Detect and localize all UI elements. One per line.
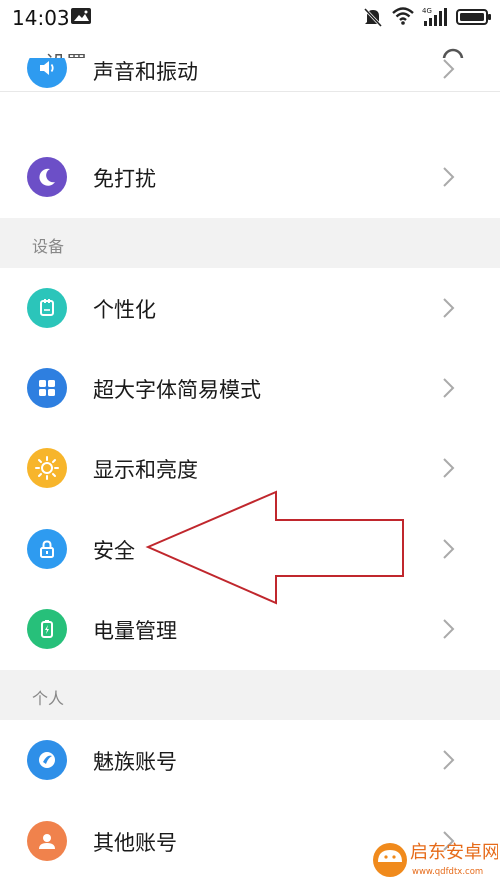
chevron-right-icon: [443, 539, 455, 559]
section-header-personal: 个人: [0, 670, 500, 720]
setting-label: 魅族账号: [93, 750, 177, 774]
grid-icon: [27, 368, 67, 408]
setting-row-meizu-account[interactable]: 魅族账号: [0, 720, 500, 800]
wifi-icon: [391, 6, 415, 30]
setting-row-display-brightness[interactable]: 显示和亮度: [0, 428, 500, 508]
lock-icon: [27, 529, 67, 569]
chevron-right-icon: [443, 619, 455, 639]
setting-label: 声音和振动: [93, 60, 198, 84]
user-icon: [27, 821, 67, 861]
mute-icon: [362, 6, 384, 32]
chevron-right-icon: [443, 167, 455, 187]
chevron-right-icon: [443, 298, 455, 318]
chevron-right-icon: [443, 378, 455, 398]
status-bar: 14:03 4G: [0, 0, 500, 34]
setting-row-battery-management[interactable]: 电量管理: [0, 589, 500, 669]
chevron-right-icon: [443, 59, 455, 79]
setting-row-large-font-mode[interactable]: 超大字体简易模式: [0, 348, 500, 428]
status-time: 14:03: [12, 6, 70, 30]
setting-row-do-not-disturb[interactable]: 免打扰: [0, 137, 500, 217]
signal-4g-icon: 4G: [422, 6, 448, 32]
watermark-title: 启东安卓网: [410, 842, 498, 863]
setting-label: 电量管理: [93, 619, 177, 643]
chevron-right-icon: [443, 458, 455, 478]
setting-label: 其他账号: [93, 831, 177, 855]
setting-label: 免打扰: [93, 167, 156, 191]
flyme-icon: [27, 740, 67, 780]
watermark-url: www.qdfdtx.com: [412, 867, 483, 877]
section-header-device: 设备: [0, 218, 500, 268]
svg-text:4G: 4G: [422, 7, 432, 15]
setting-label: 超大字体简易模式: [93, 378, 261, 402]
section-label: 个人: [32, 689, 65, 708]
chevron-right-icon: [443, 750, 455, 770]
sun-icon: [27, 448, 67, 488]
setting-row-security[interactable]: 安全: [0, 509, 500, 589]
section-label: 设备: [32, 237, 65, 256]
setting-label: 安全: [93, 539, 135, 563]
watermark-robot-icon: 启东安卓网 www.qdfdtx.com: [373, 842, 500, 877]
watermark-logo: 启东安卓网 www.qdfdtx.com: [370, 822, 500, 886]
image-notification-icon: [70, 6, 92, 30]
speaker-icon: [27, 58, 67, 88]
header-divider-overlay: [0, 91, 500, 92]
personalize-icon: [27, 288, 67, 328]
setting-label: 显示和亮度: [93, 458, 198, 482]
moon-icon: [27, 157, 67, 197]
setting-label: 个性化: [93, 298, 156, 322]
battery-icon: [27, 609, 67, 649]
setting-row-personalize[interactable]: 个性化: [0, 268, 500, 348]
battery-status-icon: [456, 9, 492, 29]
